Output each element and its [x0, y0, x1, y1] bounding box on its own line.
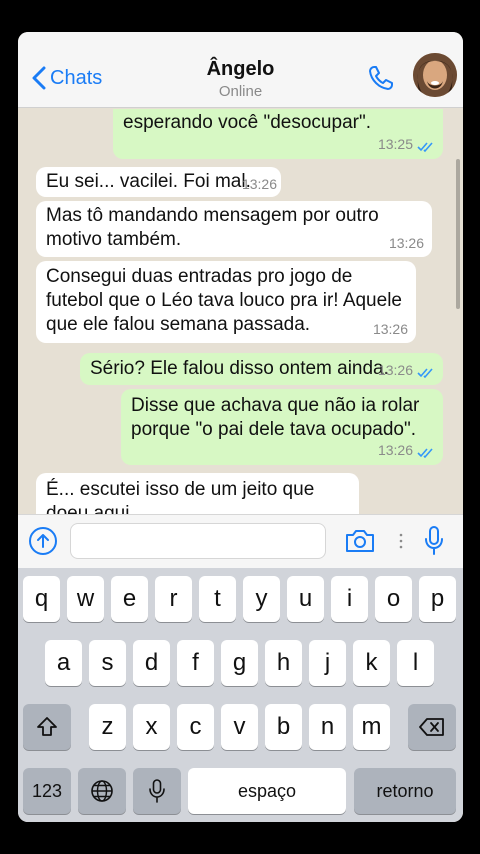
backspace-key[interactable] [408, 704, 456, 750]
message-time: 13:26 [377, 442, 413, 458]
contact-status: Online [218, 83, 263, 100]
message-bubble-incoming[interactable]: Eu sei... vacilei. Foi mal. 13:26 [36, 167, 281, 197]
numbers-key[interactable]: 123 [23, 768, 71, 814]
contact-name[interactable]: Ângelo [18, 58, 463, 81]
key-f[interactable]: f [177, 640, 214, 686]
phone-icon[interactable] [367, 64, 395, 92]
key-q[interactable]: q [23, 576, 60, 622]
message-time: 13:26 [241, 176, 277, 192]
key-t[interactable]: t [199, 576, 236, 622]
shift-key[interactable] [23, 704, 71, 750]
chat-header: Chats Ângelo Online [18, 32, 463, 108]
key-h[interactable]: h [265, 640, 302, 686]
message-bubble-outgoing[interactable]: esperando você "desocupar". 13:25 [113, 109, 443, 159]
avatar[interactable] [413, 53, 457, 97]
key-d[interactable]: d [133, 640, 170, 686]
key-m[interactable]: m [353, 704, 390, 750]
message-time: 13:26 [377, 362, 413, 378]
more-dots-icon [399, 533, 403, 549]
key-b[interactable]: b [265, 704, 302, 750]
message-bubble-incoming[interactable]: É... escutei isso de um jeito que doeu a… [36, 473, 359, 514]
key-j[interactable]: j [309, 640, 346, 686]
message-time: 13:26 [388, 235, 424, 251]
key-z[interactable]: z [89, 704, 126, 750]
plus-circle-icon[interactable] [28, 526, 58, 556]
message-input[interactable] [70, 523, 326, 559]
shift-icon [37, 717, 57, 736]
backspace-icon [419, 718, 444, 736]
key-a[interactable]: a [45, 640, 82, 686]
key-s[interactable]: s [89, 640, 126, 686]
key-r[interactable]: r [155, 576, 192, 622]
message-bubble-outgoing[interactable]: Sério? Ele falou disso ontem ainda. 13:2… [80, 353, 443, 385]
message-bubble-incoming[interactable]: Mas tô mandando mensagem por outro motiv… [36, 201, 432, 257]
globe-icon [91, 780, 113, 802]
return-key[interactable]: retorno [354, 768, 456, 814]
message-bubble-outgoing[interactable]: Disse que achava que não ia rolar porque… [121, 389, 443, 465]
avatar-image [413, 53, 457, 97]
message-input-bar [18, 514, 463, 568]
scrollbar[interactable] [456, 159, 460, 309]
key-v[interactable]: v [221, 704, 258, 750]
key-g[interactable]: g [221, 640, 258, 686]
key-x[interactable]: x [133, 704, 170, 750]
key-l[interactable]: l [397, 640, 434, 686]
read-ticks-icon [417, 142, 433, 153]
camera-icon[interactable] [344, 528, 376, 554]
keyboard: q w e r t y u i o p a s d f g h j k l z … [18, 568, 463, 822]
space-key[interactable]: espaço [188, 768, 346, 814]
key-n[interactable]: n [309, 704, 346, 750]
message-text: Eu sei... vacilei. Foi mal. [46, 171, 251, 192]
message-time: 13:26 [372, 321, 408, 337]
key-y[interactable]: y [243, 576, 280, 622]
message-bubble-incoming[interactable]: Consegui duas entradas pro jogo de futeb… [36, 261, 416, 343]
key-w[interactable]: w [67, 576, 104, 622]
message-text: Consegui duas entradas pro jogo de futeb… [46, 266, 402, 335]
read-ticks-icon [417, 368, 433, 379]
read-ticks-icon [417, 448, 433, 459]
microphone-icon[interactable] [423, 525, 445, 557]
key-k[interactable]: k [353, 640, 390, 686]
microphone-icon [149, 779, 165, 803]
key-c[interactable]: c [177, 704, 214, 750]
message-text: Mas tô mandando mensagem por outro motiv… [46, 205, 379, 250]
dictation-key[interactable] [133, 768, 181, 814]
message-time: 13:25 [377, 136, 413, 152]
key-u[interactable]: u [287, 576, 324, 622]
phone-screen: Chats Ângelo Online esperando você "deso… [18, 32, 463, 822]
message-text: É... escutei isso de um jeito que doeu a… [46, 479, 315, 514]
key-p[interactable]: p [419, 576, 456, 622]
key-o[interactable]: o [375, 576, 412, 622]
globe-key[interactable] [78, 768, 126, 814]
key-i[interactable]: i [331, 576, 368, 622]
message-list[interactable]: esperando você "desocupar". 13:25 Eu sei… [18, 109, 463, 514]
key-e[interactable]: e [111, 576, 148, 622]
message-text: Disse que achava que não ia rolar porque… [131, 395, 420, 440]
